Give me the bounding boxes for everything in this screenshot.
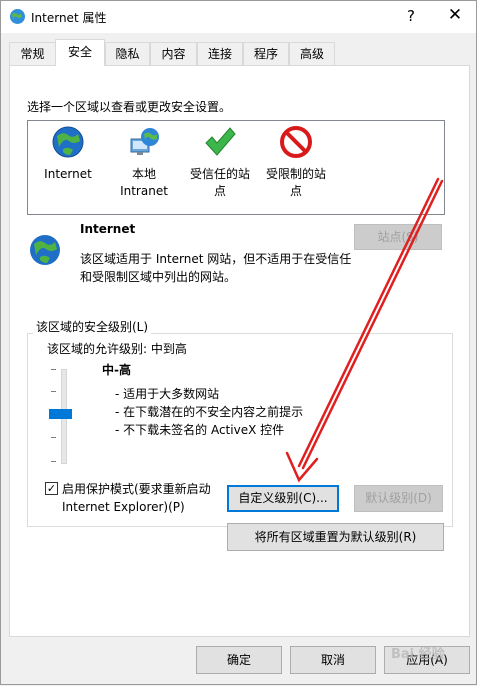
slider-tick bbox=[51, 437, 56, 438]
security-level-name: 中-高 bbox=[102, 363, 131, 377]
sites-button[interactable]: 站点(S) bbox=[354, 224, 442, 250]
zone-label: 受信任的站 点 bbox=[189, 167, 250, 198]
tab-general[interactable]: 常规 bbox=[9, 42, 56, 65]
default-level-button[interactable]: 默认级别(D) bbox=[354, 485, 443, 512]
close-button[interactable]: ✕ bbox=[445, 5, 465, 25]
ok-button[interactable]: 确定 bbox=[196, 646, 282, 674]
zone-label: Internet bbox=[44, 167, 92, 181]
protected-mode-label: 启用保护模式(要求重新启动 Internet Explorer)(P) bbox=[62, 482, 211, 514]
zone-label: 受限制的站 点 bbox=[265, 167, 326, 198]
slider-tick bbox=[51, 369, 56, 370]
intranet-icon bbox=[130, 128, 159, 155]
tab-privacy[interactable]: 隐私 bbox=[105, 42, 150, 65]
slider-tick bbox=[51, 391, 56, 392]
globe-icon bbox=[52, 126, 84, 158]
tab-programs[interactable]: 程序 bbox=[243, 42, 289, 65]
zone-restricted-sites[interactable]: 受限制的站 点 bbox=[256, 125, 336, 200]
tab-content[interactable]: 内容 bbox=[150, 42, 197, 65]
zone-internet[interactable]: Internet bbox=[28, 125, 108, 183]
slider-tick bbox=[51, 461, 56, 462]
tab-advanced[interactable]: 高级 bbox=[289, 42, 335, 65]
security-level-details: - 适用于大多数网站 - 在下载潜在的不安全内容之前提示 - 不下载未签名的 A… bbox=[115, 385, 303, 439]
level-detail-item: - 适用于大多数网站 bbox=[115, 387, 220, 401]
tab-connections[interactable]: 连接 bbox=[197, 42, 243, 65]
watermark: Bai 经验 bbox=[391, 647, 445, 662]
selected-zone-globe-icon bbox=[30, 235, 60, 265]
level-detail-item: - 不下载未签名的 ActiveX 控件 bbox=[115, 423, 285, 437]
zone-local-intranet[interactable]: 本地 Intranet bbox=[104, 125, 184, 200]
help-button[interactable]: ? bbox=[401, 7, 421, 25]
allowed-levels: 该区域的允许级别: 中到高 bbox=[47, 342, 187, 356]
level-detail-item: - 在下载潜在的不安全内容之前提示 bbox=[115, 405, 304, 419]
ie-globe-icon bbox=[10, 9, 25, 24]
restricted-icon bbox=[280, 126, 312, 158]
selected-zone-name: Internet bbox=[80, 222, 136, 236]
title-bar: Internet 属性 ? ✕ bbox=[1, 1, 476, 33]
cancel-button[interactable]: 取消 bbox=[290, 646, 376, 674]
zone-prompt: 选择一个区域以查看或更改安全设置。 bbox=[27, 100, 232, 114]
zone-trusted-sites[interactable]: 受信任的站 点 bbox=[180, 125, 260, 200]
checkmark-icon bbox=[205, 127, 236, 156]
zone-list[interactable]: Internet 本地 Intranet 受信任的站 点 受限制的站 点 bbox=[27, 120, 445, 215]
selected-zone-description: 该区域适用于 Internet 网站，但不适用于在受信任和受限制区域中列出的网站… bbox=[80, 252, 352, 284]
internet-properties-window: Internet 属性 ? ✕ 常规 安全 隐私 内容 连接 程序 高级 选择一… bbox=[0, 0, 477, 685]
security-level-title: 该区域的安全级别(L) bbox=[33, 318, 152, 335]
custom-level-button[interactable]: 自定义级别(C)... bbox=[227, 485, 339, 512]
security-tab-panel: 选择一个区域以查看或更改安全设置。 Internet 本地 Intranet 受… bbox=[9, 65, 470, 637]
zone-label: 本地 Intranet bbox=[120, 167, 168, 198]
window-title: Internet 属性 bbox=[31, 11, 107, 25]
reset-all-zones-button[interactable]: 将所有区域重置为默认级别(R) bbox=[227, 523, 444, 551]
tab-security[interactable]: 安全 bbox=[55, 39, 105, 66]
checkbox-box[interactable]: ✓ bbox=[45, 482, 58, 495]
slider-thumb[interactable] bbox=[49, 409, 72, 419]
